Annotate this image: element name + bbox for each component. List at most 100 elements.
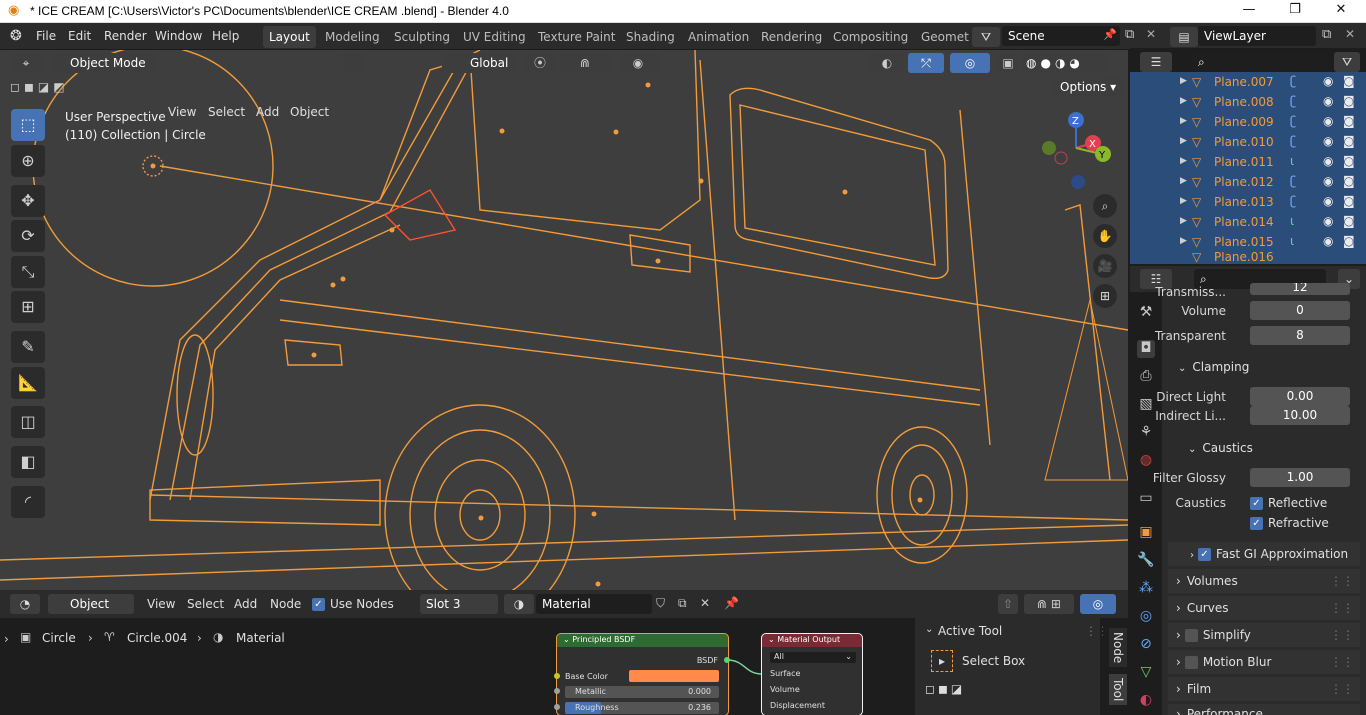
checkbox-icon[interactable] <box>1184 656 1198 669</box>
parent-node-tree-icon[interactable]: ⇧ <box>998 594 1018 614</box>
drag-handle-icon[interactable]: ⋮⋮ <box>1330 677 1354 701</box>
outliner-row[interactable]: ▶ ▽ Plane.010 ʗ ◉ ◙ <box>1130 132 1366 152</box>
expand-icon[interactable]: ▶ <box>1180 176 1187 186</box>
selection-mode-icons[interactable]: ◻◼◪ <box>925 682 981 700</box>
new-scene-icon[interactable]: ⧉ <box>1125 27 1134 42</box>
physics-properties-icon[interactable]: ◎ <box>1137 608 1155 626</box>
proportional-edit-icon[interactable]: ◉ <box>618 53 658 73</box>
node-menu-node[interactable]: Node <box>270 597 301 611</box>
use-nodes-checkbox[interactable]: ✓ Use Nodes <box>312 597 394 611</box>
camera-view-icon[interactable]: 🎥 <box>1093 254 1117 278</box>
tab-sculpting[interactable]: Sculpting <box>388 26 456 48</box>
blender-menu-icon[interactable]: ❂ <box>10 28 22 44</box>
material-properties-icon[interactable]: ◐ <box>1137 692 1155 710</box>
menu-render[interactable]: Render <box>104 29 147 43</box>
expand-icon[interactable]: ▶ <box>1180 236 1187 246</box>
outliner-row[interactable]: ▶ ▽ Plane.013 ʗ ◉ ◙ <box>1130 192 1366 212</box>
cursor-tool-icon[interactable]: ⊕ <box>11 145 45 177</box>
indirect-light-field[interactable]: 10.00 <box>1250 406 1350 425</box>
particles-properties-icon[interactable]: ⁂ <box>1137 580 1155 598</box>
tab-uv-editing[interactable]: UV Editing <box>457 26 532 48</box>
drag-handle-icon[interactable]: ⋮⋮ <box>1330 596 1354 620</box>
slot-dropdown[interactable]: Slot 3 <box>420 594 498 614</box>
render-camera-icon[interactable]: ◙ <box>1343 134 1355 148</box>
performance-panel-header[interactable]: › Performance <box>1168 704 1360 715</box>
clamping-panel-header[interactable]: ⌄ Clamping <box>1168 355 1360 379</box>
node-editor-type-icon[interactable]: ◔ <box>10 594 40 614</box>
node-menu-add[interactable]: Add <box>234 597 257 611</box>
outliner-search-input[interactable]: ⌕ <box>1192 52 1328 72</box>
refractive-checkbox[interactable]: ✓ Refractive <box>1250 516 1329 530</box>
tab-shading[interactable]: Shading <box>620 26 681 48</box>
options-dropdown[interactable]: Options ▾ <box>1054 77 1122 97</box>
shader-type-dropdown[interactable]: Object <box>48 594 134 614</box>
caustics-panel-header[interactable]: ⌄ Caustics <box>1168 436 1360 460</box>
object-properties-icon[interactable]: ▣ <box>1137 524 1155 542</box>
filter-icon[interactable]: ⛛ <box>1334 52 1360 72</box>
node-header[interactable]: ⌄ Material Output <box>762 634 862 647</box>
render-camera-icon[interactable]: ◙ <box>1343 154 1355 168</box>
visibility-eye-icon[interactable]: ◉ <box>1323 194 1333 208</box>
gizmo-toggle-icon[interactable]: ⤱ <box>908 53 944 73</box>
visibility-eye-icon[interactable]: ◉ <box>1323 94 1333 108</box>
pin-icon[interactable]: 📌 <box>1103 28 1117 41</box>
tab-geometry-nodes[interactable]: Geomet <box>915 26 975 48</box>
direct-light-field[interactable]: 0.00 <box>1250 387 1350 406</box>
collection-properties-icon[interactable]: ▭ <box>1137 490 1155 508</box>
zoom-icon[interactable]: ⌕ <box>1093 194 1117 218</box>
node-snap-icon[interactable]: ⋒ ⊞ <box>1024 594 1074 614</box>
volumes-panel-header[interactable]: › Volumes ⋮⋮ <box>1168 569 1360 593</box>
render-camera-icon[interactable]: ◙ <box>1343 194 1355 208</box>
duplicate-material-icon[interactable]: ⧉ <box>678 596 687 611</box>
transform-tool-icon[interactable]: ⊞ <box>11 291 45 323</box>
add-cube-tool-icon[interactable]: ◫ <box>11 406 45 438</box>
outliner-row[interactable]: ▶ ▽ Plane.009 ʗ ◉ ◙ <box>1130 112 1366 132</box>
outliner-row[interactable]: ▶ ▽ Plane.015 ɩ ◉ ◙ <box>1130 232 1366 252</box>
editor-type-icon[interactable]: ⌖ <box>10 53 42 73</box>
object-type-visibility[interactable] <box>337 53 365 73</box>
move-tool-icon[interactable]: ✥ <box>11 185 45 217</box>
outliner-row[interactable]: ▶ ▽ Plane.011 ɩ ◉ ◙ <box>1130 152 1366 172</box>
select-box-tool-icon[interactable]: ⬚ <box>11 109 45 141</box>
annotate-tool-icon[interactable]: ✎ <box>11 331 45 363</box>
tab-compositing[interactable]: Compositing <box>827 26 914 48</box>
tab-node[interactable]: Node <box>1109 628 1127 668</box>
view-layer-properties-icon[interactable]: ▧ <box>1137 396 1155 414</box>
drag-handle-icon[interactable]: ⋮⋮ <box>1330 650 1354 674</box>
pin-icon[interactable]: 📌 <box>724 596 739 610</box>
scene-selector-icon[interactable]: ⛛ <box>972 27 1000 47</box>
outliner-editor-icon[interactable]: ☰ <box>1140 52 1172 72</box>
scene-properties-icon[interactable]: ⚘ <box>1137 424 1155 442</box>
material-browse-icon[interactable]: ◑ <box>504 594 534 614</box>
transmission-field[interactable]: 12 <box>1250 283 1350 295</box>
new-view-layer-icon[interactable]: ⧉ <box>1322 27 1331 42</box>
menu-help[interactable]: Help <box>212 29 239 43</box>
rotate-tool-icon[interactable]: ⟳ <box>11 220 45 252</box>
render-camera-icon[interactable]: ◙ <box>1343 174 1355 188</box>
drag-handle-icon[interactable]: ⋮⋮ <box>1330 569 1354 593</box>
menu-file[interactable]: File <box>36 29 56 43</box>
menu-edit[interactable]: Edit <box>68 29 91 43</box>
pivot-point-icon[interactable]: ⦿ <box>525 53 555 73</box>
check-icon[interactable]: ✓ <box>1198 548 1211 561</box>
selection-mode-icons[interactable]: ◻◼◪◩ <box>10 80 104 98</box>
minimize-button[interactable]: — <box>1226 2 1272 22</box>
visibility-eye-icon[interactable]: ◉ <box>1323 134 1333 148</box>
film-panel-header[interactable]: › Film ⋮⋮ <box>1168 677 1360 701</box>
tab-texture-paint[interactable]: Texture Paint <box>532 26 621 48</box>
select-box-icon[interactable]: ▸ <box>931 650 953 672</box>
visibility-eye-icon[interactable]: ◉ <box>1323 174 1333 188</box>
tool-settings-icon[interactable]: ⚒ <box>1137 304 1155 322</box>
visibility-icon[interactable]: ◐ <box>870 53 904 73</box>
reflective-checkbox[interactable]: ✓ Reflective <box>1250 496 1327 510</box>
expand-icon[interactable]: ▶ <box>1180 96 1187 106</box>
output-properties-icon[interactable]: ⎙ <box>1137 368 1155 386</box>
outliner-row[interactable]: ▽ Plane.016 <box>1130 252 1366 264</box>
extra-tool-icon[interactable]: ◧ <box>11 446 45 478</box>
node-menu-view[interactable]: View <box>147 597 175 611</box>
visibility-eye-icon[interactable]: ◉ <box>1323 74 1333 88</box>
render-camera-icon[interactable]: ◙ <box>1343 114 1355 128</box>
navigation-gizmo[interactable]: Z X Y <box>1036 108 1116 198</box>
viewport-menu-add[interactable]: Add <box>256 105 279 119</box>
visibility-eye-icon[interactable]: ◉ <box>1323 114 1333 128</box>
